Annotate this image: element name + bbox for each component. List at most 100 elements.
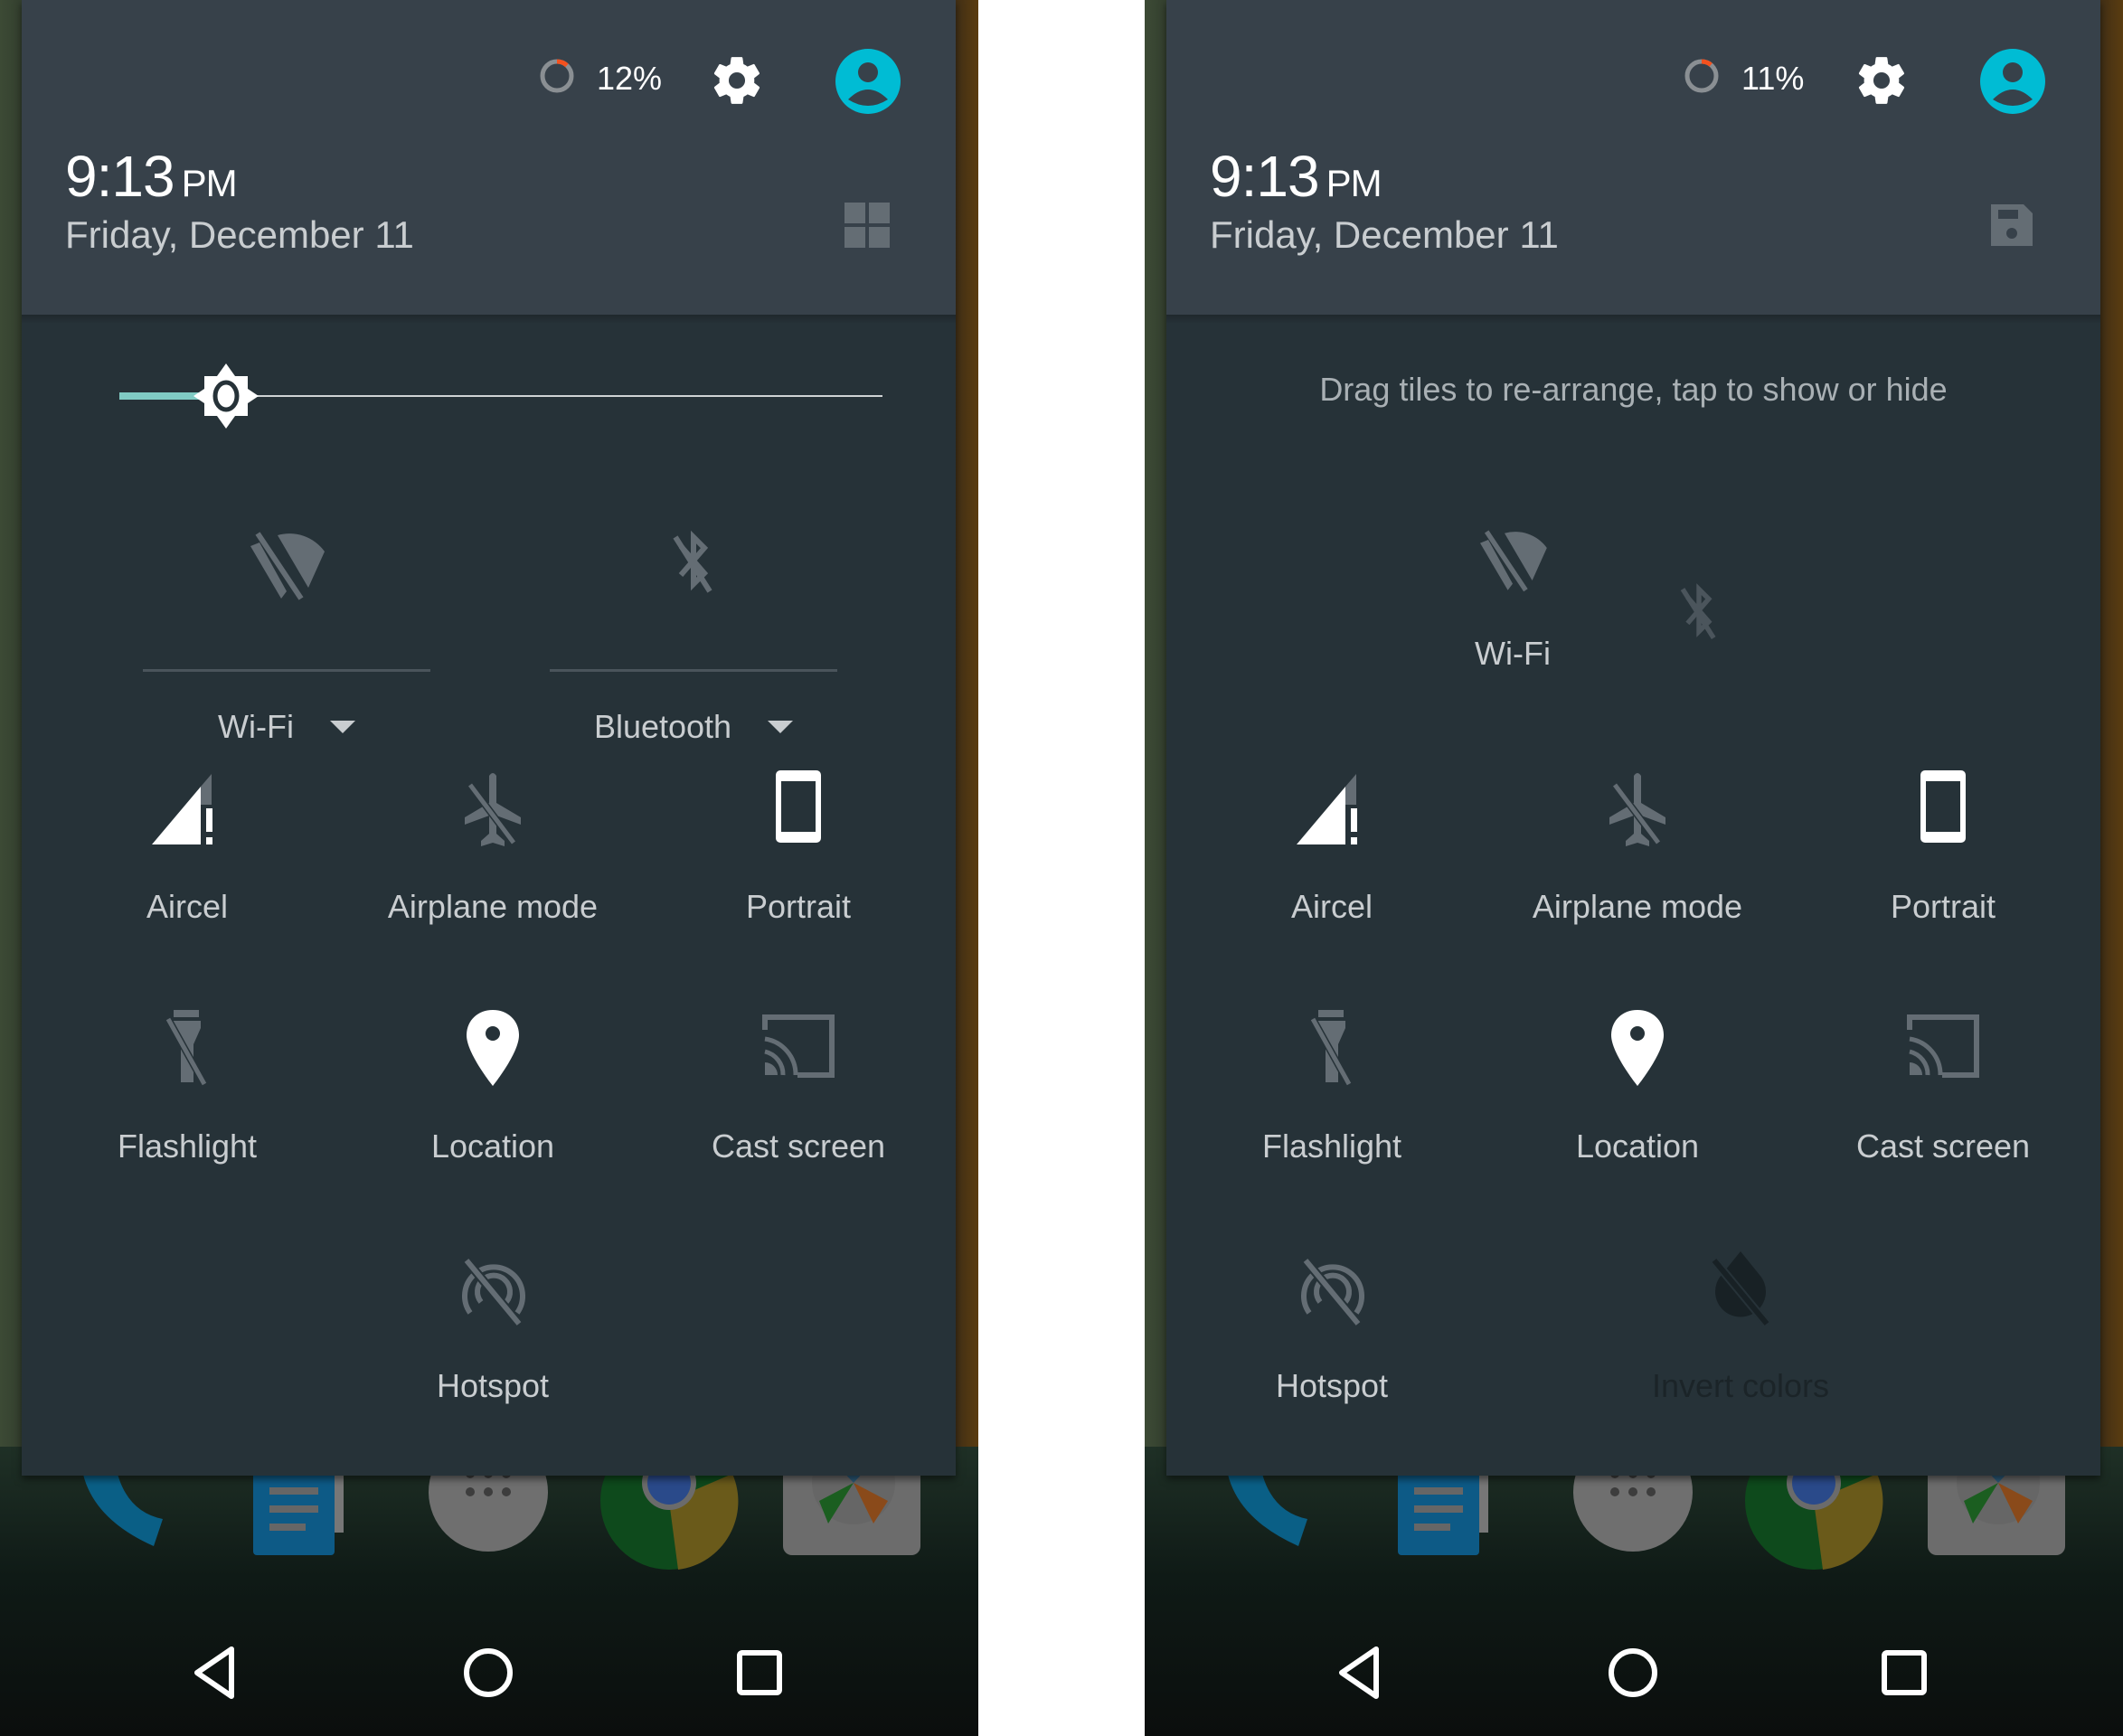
tile-label: Airplane mode xyxy=(1532,888,1743,925)
back-button[interactable] xyxy=(181,1637,253,1709)
tile-airplane-mode[interactable]: Airplane mode xyxy=(1485,769,1790,926)
recents-button[interactable] xyxy=(723,1637,796,1709)
tile-label: Portrait xyxy=(1890,888,1996,925)
tile-hotspot[interactable]: Hotspot xyxy=(340,1248,646,1405)
quick-settings-panel: 11% 9:13 PM Friday, December 11 Drag tile… xyxy=(1166,0,2100,1476)
phone-screen-edit: 11% 9:13 PM Friday, December 11 Drag tile… xyxy=(1145,0,2123,1736)
tile-portrait[interactable]: Portrait xyxy=(646,769,951,926)
back-button[interactable] xyxy=(1326,1637,1398,1709)
tile-location[interactable]: Location xyxy=(340,1008,646,1165)
clock-ampm: PM xyxy=(181,162,238,204)
tile-cast-screen[interactable]: Cast screen xyxy=(1790,1008,2096,1165)
bluetooth-off-icon[interactable] xyxy=(648,515,739,606)
navigation-bar xyxy=(1145,1628,2123,1718)
airplane-off-icon xyxy=(465,773,521,846)
battery-ring-icon xyxy=(540,59,574,93)
battery-percent: 12% xyxy=(597,60,663,97)
user-avatar-icon[interactable] xyxy=(1978,47,2047,116)
tile-label: Location xyxy=(1575,1127,1700,1165)
save-icon[interactable] xyxy=(1987,201,2036,250)
portrait-icon xyxy=(1920,770,1966,843)
tile-cast-screen[interactable]: Cast screen xyxy=(646,1008,951,1165)
tile-label: Flashlight xyxy=(1261,1127,1402,1165)
clock-ampm: PM xyxy=(1326,162,1382,204)
quick-settings-panel: 12% 9:13 PM Friday, December 11 Wi-Fi Blu… xyxy=(22,0,956,1476)
wifi-expand[interactable]: Wi-Fi xyxy=(218,708,355,746)
phone-screen-normal: 12% 9:13 PM Friday, December 11 Wi-Fi Blu… xyxy=(0,0,978,1736)
tile-aircel[interactable]: Aircel xyxy=(1179,769,1485,926)
docs-app-icon[interactable] xyxy=(253,1465,362,1573)
chevron-down-icon[interactable] xyxy=(329,721,355,733)
header-shadow xyxy=(22,315,956,324)
home-button[interactable] xyxy=(1597,1637,1669,1709)
bluetooth-expand[interactable]: Bluetooth xyxy=(593,708,794,746)
hotspot-off-icon xyxy=(1301,1257,1364,1327)
brightness-slider[interactable] xyxy=(119,363,882,429)
chevron-down-icon[interactable] xyxy=(768,721,794,733)
tile-flashlight[interactable]: Flashlight xyxy=(34,1008,340,1165)
clock[interactable]: 9:13 PM xyxy=(1210,143,1382,210)
brightness-thumb-icon[interactable] xyxy=(192,362,260,430)
tile-portrait[interactable]: Portrait xyxy=(1790,769,2096,926)
tile-location[interactable]: Location xyxy=(1485,1008,1790,1165)
tile-bluetooth[interactable]: Bluetooth xyxy=(550,515,837,746)
tile-label: Cast screen xyxy=(1855,1127,2031,1165)
date-label[interactable]: Friday, December 11 xyxy=(65,213,414,257)
cast-icon xyxy=(1907,1014,1979,1078)
date-label[interactable]: Friday, December 11 xyxy=(1210,213,1559,257)
invert-colors-off-icon xyxy=(1711,1251,1770,1327)
tile-label: Aircel xyxy=(146,888,229,925)
docs-app-icon[interactable] xyxy=(1398,1465,1506,1573)
bluetooth-off-icon-dragging[interactable] xyxy=(1658,570,1740,651)
quick-settings-header: 11% 9:13 PM Friday, December 11 xyxy=(1166,0,2100,315)
battery-ring-icon xyxy=(1684,59,1719,93)
clock-time: 9:13 xyxy=(65,144,175,209)
location-icon xyxy=(1611,1010,1664,1086)
recents-button[interactable] xyxy=(1868,1637,1940,1709)
signal-alert-icon xyxy=(1297,774,1357,844)
tile-label: Hotspot xyxy=(436,1367,550,1404)
tile-wifi[interactable]: Wi-Fi xyxy=(1360,515,1665,673)
bluetooth-divider xyxy=(550,669,837,672)
tile-label: Airplane mode xyxy=(387,888,599,925)
wifi-divider xyxy=(143,669,430,672)
tile-hotspot[interactable]: Hotspot xyxy=(1179,1248,1485,1405)
clock-time: 9:13 xyxy=(1210,144,1320,209)
tile-label: Aircel xyxy=(1290,888,1373,925)
location-icon xyxy=(467,1010,519,1086)
cast-icon xyxy=(762,1014,835,1078)
settings-gear-icon[interactable] xyxy=(709,52,765,108)
user-avatar-icon[interactable] xyxy=(834,47,902,116)
flashlight-off-icon xyxy=(165,1010,208,1086)
flashlight-off-icon xyxy=(1309,1010,1353,1086)
tile-label: Bluetooth xyxy=(593,708,732,745)
tile-invert-colors[interactable]: Invert colors xyxy=(1588,1248,1893,1405)
tile-label: Location xyxy=(430,1127,555,1165)
tile-wifi[interactable]: Wi-Fi xyxy=(143,515,430,746)
wifi-off-icon xyxy=(1480,530,1547,592)
tile-label: Wi-Fi xyxy=(1475,635,1551,672)
battery-percent: 11% xyxy=(1741,60,1805,97)
tile-label: Wi-Fi xyxy=(218,708,294,745)
tile-aircel[interactable]: Aircel xyxy=(34,769,340,926)
edit-hint-text: Drag tiles to re-arrange, tap to show or… xyxy=(1319,371,1948,408)
tile-airplane-mode[interactable]: Airplane mode xyxy=(340,769,646,926)
settings-gear-icon[interactable] xyxy=(1854,52,1910,108)
tile-flashlight[interactable]: Flashlight xyxy=(1179,1008,1485,1165)
edit-tiles-grid-icon[interactable] xyxy=(843,201,892,250)
airplane-off-icon xyxy=(1609,773,1665,846)
tile-label: Invert colors xyxy=(1651,1367,1830,1404)
wifi-off-icon[interactable] xyxy=(241,515,332,606)
clock[interactable]: 9:13 PM xyxy=(65,143,238,210)
tile-label: Portrait xyxy=(745,888,852,925)
navigation-bar xyxy=(0,1628,978,1718)
tile-label: Hotspot xyxy=(1275,1367,1389,1404)
portrait-icon xyxy=(776,770,821,843)
quick-settings-header: 12% 9:13 PM Friday, December 11 xyxy=(22,0,956,315)
tile-label: Cast screen xyxy=(711,1127,886,1165)
header-shadow xyxy=(1166,315,2100,324)
tile-label: Flashlight xyxy=(117,1127,258,1165)
hotspot-off-icon xyxy=(462,1257,525,1327)
signal-alert-icon xyxy=(152,774,212,844)
home-button[interactable] xyxy=(452,1637,524,1709)
